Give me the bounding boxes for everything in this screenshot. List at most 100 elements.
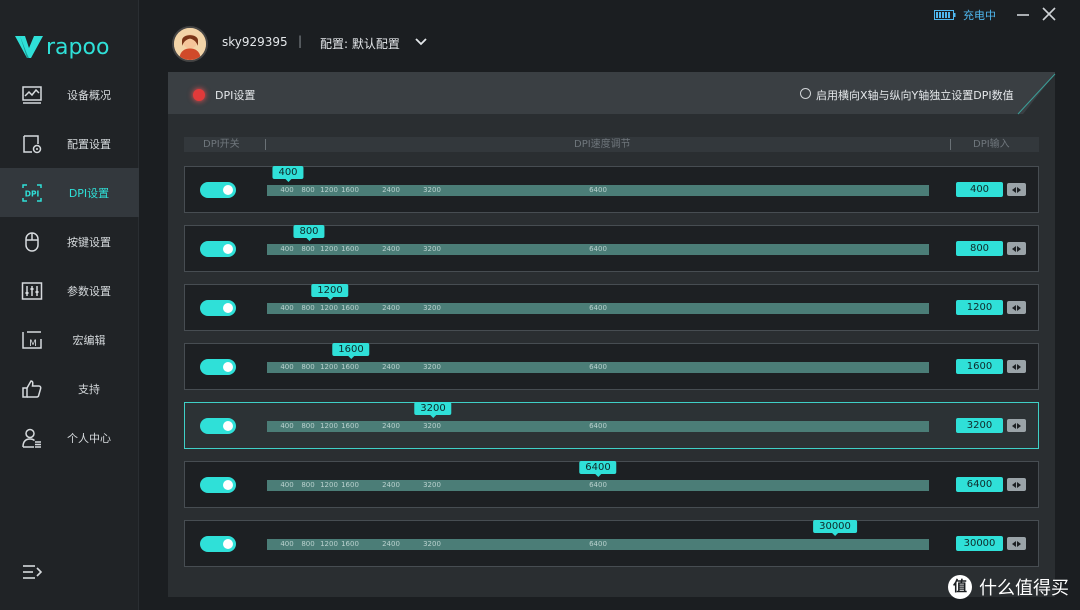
increment-arrow-icon[interactable] (1017, 540, 1021, 547)
dpi-slider-track[interactable]: 400 800 1200 1600 2400 3200 6400 400 (267, 166, 929, 196)
slider-tick-label: 800 (301, 422, 315, 430)
slider-tick-label: 2400 (382, 186, 400, 194)
slider-tick-label: 400 (280, 540, 294, 548)
dpi-slider-handle[interactable]: 400 (272, 166, 304, 182)
dpi-slider-track[interactable]: 400 800 1200 1600 2400 3200 6400 800 (267, 225, 929, 255)
decrement-arrow-icon[interactable] (1012, 363, 1016, 370)
slider-tick-label: 1200 (320, 422, 338, 430)
chevron-down-icon[interactable] (413, 35, 429, 49)
slider-tick-label: 3200 (423, 540, 441, 548)
dpi-value-input[interactable]: 1600 (956, 359, 1003, 374)
dpi-enable-toggle[interactable] (200, 418, 236, 434)
dpi-stepper[interactable] (1007, 301, 1026, 314)
decrement-arrow-icon[interactable] (1012, 481, 1016, 488)
dpi-enable-toggle[interactable] (200, 359, 236, 375)
dpi-slider-handle[interactable]: 1200 (311, 284, 349, 300)
dpi-enable-toggle[interactable] (200, 300, 236, 316)
dpi-enable-toggle[interactable] (200, 536, 236, 552)
sidebar-item-device-overview[interactable]: 设备概况 (0, 70, 139, 119)
dpi-enable-toggle[interactable] (200, 182, 236, 198)
collapse-menu-icon[interactable] (20, 560, 44, 584)
dpi-value-input[interactable]: 1200 (956, 300, 1003, 315)
slider-tick-label: 6400 (589, 422, 607, 430)
decrement-arrow-icon[interactable] (1012, 245, 1016, 252)
topbar-separator: | (298, 34, 303, 48)
dpi-row[interactable]: 400 800 1200 1600 2400 3200 6400 6400 6400 (184, 461, 1039, 508)
xy-independent-radio[interactable] (800, 88, 811, 99)
xy-independent-label[interactable]: 启用横向X轴与纵向Y轴独立设置DPI数值 (816, 87, 1014, 103)
increment-arrow-icon[interactable] (1017, 363, 1021, 370)
sidebar-item-support[interactable]: 支持 (0, 364, 139, 413)
decrement-arrow-icon[interactable] (1012, 304, 1016, 311)
sidebar-item-config-settings[interactable]: 配置设置 (0, 119, 139, 168)
dpi-row[interactable]: 400 800 1200 1600 2400 3200 6400 1600 1600 (184, 343, 1039, 390)
slider-tick-label: 6400 (589, 304, 607, 312)
increment-arrow-icon[interactable] (1017, 245, 1021, 252)
config-selector[interactable]: 配置: 默认配置 (320, 35, 400, 52)
sidebar-item-dpi-settings[interactable]: DPI DPI设置 (0, 168, 139, 217)
dpi-slider-handle[interactable]: 800 (293, 225, 325, 241)
dpi-stepper[interactable] (1007, 242, 1026, 255)
dpi-value-input[interactable]: 30000 (956, 536, 1003, 551)
column-divider (265, 139, 266, 150)
sidebar-item-parameter-settings[interactable]: 参数设置 (0, 266, 139, 315)
thumbs-up-icon (20, 377, 44, 401)
dpi-stepper[interactable] (1007, 478, 1026, 491)
dpi-stepper[interactable] (1007, 183, 1026, 196)
sidebar-nav: 设备概况 配置设置 DPI DPI设置 按键设置 参数设置 M 宏编辑 支持 个… (0, 70, 139, 462)
dpi-table-header: DPI开关 DPI速度调节 DPI输入 (184, 137, 1039, 152)
watermark-text: 什么值得买 (979, 578, 1069, 599)
dpi-value-input[interactable]: 400 (956, 182, 1003, 197)
dpi-enable-toggle[interactable] (200, 241, 236, 257)
increment-arrow-icon[interactable] (1017, 304, 1021, 311)
sidebar-item-user-center[interactable]: 个人中心 (0, 413, 139, 462)
dpi-row[interactable]: 400 800 1200 1600 2400 3200 6400 400 400 (184, 166, 1039, 213)
dpi-slider-track[interactable]: 400 800 1200 1600 2400 3200 6400 1200 (267, 284, 929, 314)
dpi-row[interactable]: 400 800 1200 1600 2400 3200 6400 1200 1200 (184, 284, 1039, 331)
dpi-slider-track[interactable]: 400 800 1200 1600 2400 3200 6400 3200 (267, 402, 929, 432)
dpi-slider-handle[interactable]: 1600 (332, 343, 370, 359)
decrement-arrow-icon[interactable] (1012, 422, 1016, 429)
column-header-switch: DPI开关 (203, 139, 240, 150)
slider-tick-label: 1600 (341, 481, 359, 489)
sidebar-item-button-settings[interactable]: 按键设置 (0, 217, 139, 266)
sidebar-item-macro-editor[interactable]: M 宏编辑 (0, 315, 139, 364)
sliders-icon (20, 279, 44, 303)
slider-tick-label: 800 (301, 540, 315, 548)
logo-mark-icon (15, 36, 43, 58)
increment-arrow-icon[interactable] (1017, 186, 1021, 193)
dpi-slider-track[interactable]: 400 800 1200 1600 2400 3200 6400 30000 (267, 520, 929, 550)
dpi-row[interactable]: 400 800 1200 1600 2400 3200 6400 800 800 (184, 225, 1039, 272)
slider-tick-label: 6400 (589, 363, 607, 371)
slider-tick-label: 3200 (423, 245, 441, 253)
dpi-value-input[interactable]: 800 (956, 241, 1003, 256)
dpi-value-input[interactable]: 3200 (956, 418, 1003, 433)
dpi-slider-track[interactable]: 400 800 1200 1600 2400 3200 6400 1600 (267, 343, 929, 373)
svg-text:M: M (29, 339, 37, 349)
config-settings-icon (20, 132, 44, 156)
dpi-slider-track[interactable]: 400 800 1200 1600 2400 3200 6400 6400 (267, 461, 929, 491)
increment-arrow-icon[interactable] (1017, 481, 1021, 488)
sidebar-item-label: 设备概况 (67, 88, 111, 102)
dpi-row[interactable]: 400 800 1200 1600 2400 3200 6400 3200 3200 (184, 402, 1039, 449)
sidebar-item-label: 个人中心 (67, 431, 111, 445)
minimize-icon[interactable] (1015, 6, 1031, 22)
dpi-row[interactable]: 400 800 1200 1600 2400 3200 6400 30000 30000 (184, 520, 1039, 567)
avatar[interactable] (172, 26, 208, 62)
decrement-arrow-icon[interactable] (1012, 186, 1016, 193)
dpi-slider-handle[interactable]: 30000 (813, 520, 857, 536)
dpi-stepper[interactable] (1007, 360, 1026, 373)
dpi-value-input[interactable]: 6400 (956, 477, 1003, 492)
toggle-knob (223, 185, 233, 195)
dpi-slider-handle[interactable]: 3200 (414, 402, 452, 418)
slider-tick-label: 2400 (382, 540, 400, 548)
dpi-enable-toggle[interactable] (200, 477, 236, 493)
watermark-logo: 值 (948, 575, 972, 599)
dpi-slider-handle[interactable]: 6400 (579, 461, 617, 477)
close-icon[interactable] (1041, 6, 1057, 22)
increment-arrow-icon[interactable] (1017, 422, 1021, 429)
dpi-stepper[interactable] (1007, 537, 1026, 550)
slider-tick-label: 800 (301, 304, 315, 312)
decrement-arrow-icon[interactable] (1012, 540, 1016, 547)
dpi-stepper[interactable] (1007, 419, 1026, 432)
